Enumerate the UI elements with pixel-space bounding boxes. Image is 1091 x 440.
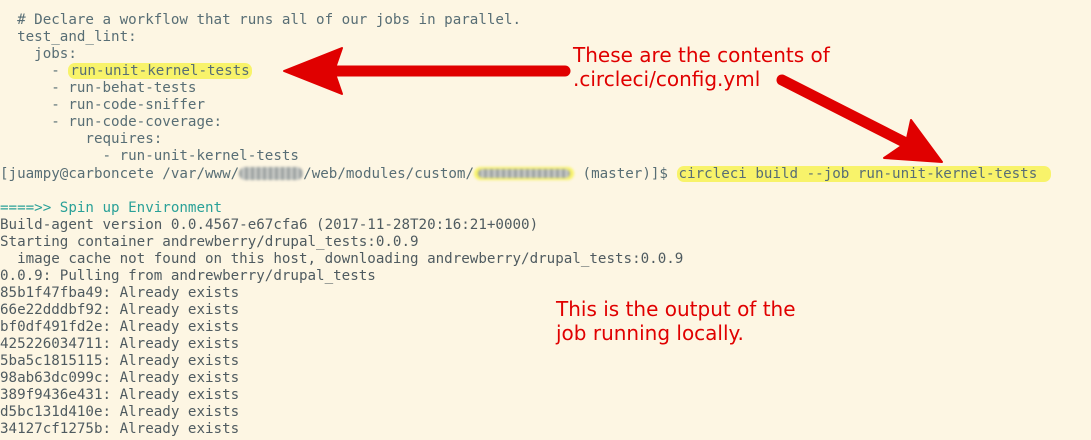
output-line: 34127cf1275b: Already exists (0, 421, 240, 437)
config-job-line: - run-behat-tests (0, 80, 197, 96)
config-comment-line: # Declare a workflow that runs all of ou… (0, 12, 522, 28)
output-line: 389f9436e431: Already exists (0, 387, 240, 403)
output-line: 85b1f47fba49: Already exists (0, 285, 240, 301)
config-job-line-highlighted: - run-unit-kernel-tests (0, 63, 252, 79)
output-line: d5bc131d410e: Already exists (0, 404, 240, 420)
output-annotation-note: This is the output of the job running lo… (556, 297, 796, 345)
config-job-line: - run-code-sniffer (0, 97, 205, 113)
output-line: bf0df491fd2e: Already exists (0, 319, 240, 335)
redacted-module-name (474, 167, 575, 180)
prompt-path-start: [juampy@carboncete /var/www/ (0, 166, 240, 182)
spin-up-header: ====>> Spin up Environment (0, 200, 223, 216)
redacted-path-segment (239, 167, 304, 180)
config-workflow-line: test_and_lint: (0, 29, 137, 45)
config-requires-item-line: - run-unit-kernel-tests (0, 148, 299, 164)
config-job-line: - run-code-coverage: (0, 114, 223, 130)
terminal-window: # Declare a workflow that runs all of ou… (0, 0, 1091, 440)
output-line: 0.0.9: Pulling from andrewberry/drupal_t… (0, 268, 376, 284)
output-line: Build-agent version 0.0.4567-e67cfa6 (20… (0, 217, 539, 233)
prompt-path-middle: /web/modules/custom/ (303, 166, 475, 182)
config-requires-line: requires: (0, 131, 163, 147)
output-line: 66e22dddbf92: Already exists (0, 302, 240, 318)
prompt-branch: (master)]$ (574, 166, 677, 182)
output-line: 98ab63dc099c: Already exists (0, 370, 240, 386)
output-line: 425226034711: Already exists (0, 336, 240, 352)
output-line: 5ba5c1815115: Already exists (0, 353, 240, 369)
shell-prompt-line: [juampy@carboncete /var/www/ /web/modules… (0, 166, 1052, 183)
output-line: image cache not found on this host, down… (0, 251, 684, 267)
output-line: Starting container andrewberry/drupal_te… (0, 234, 419, 250)
config-jobs-line: jobs: (0, 46, 77, 62)
highlighted-job-name: run-unit-kernel-tests (68, 63, 252, 79)
shell-command[interactable]: circleci build --job run-unit-kernel-tes… (676, 166, 1052, 182)
config-annotation-note: These are the contents of .circleci/conf… (573, 43, 830, 91)
